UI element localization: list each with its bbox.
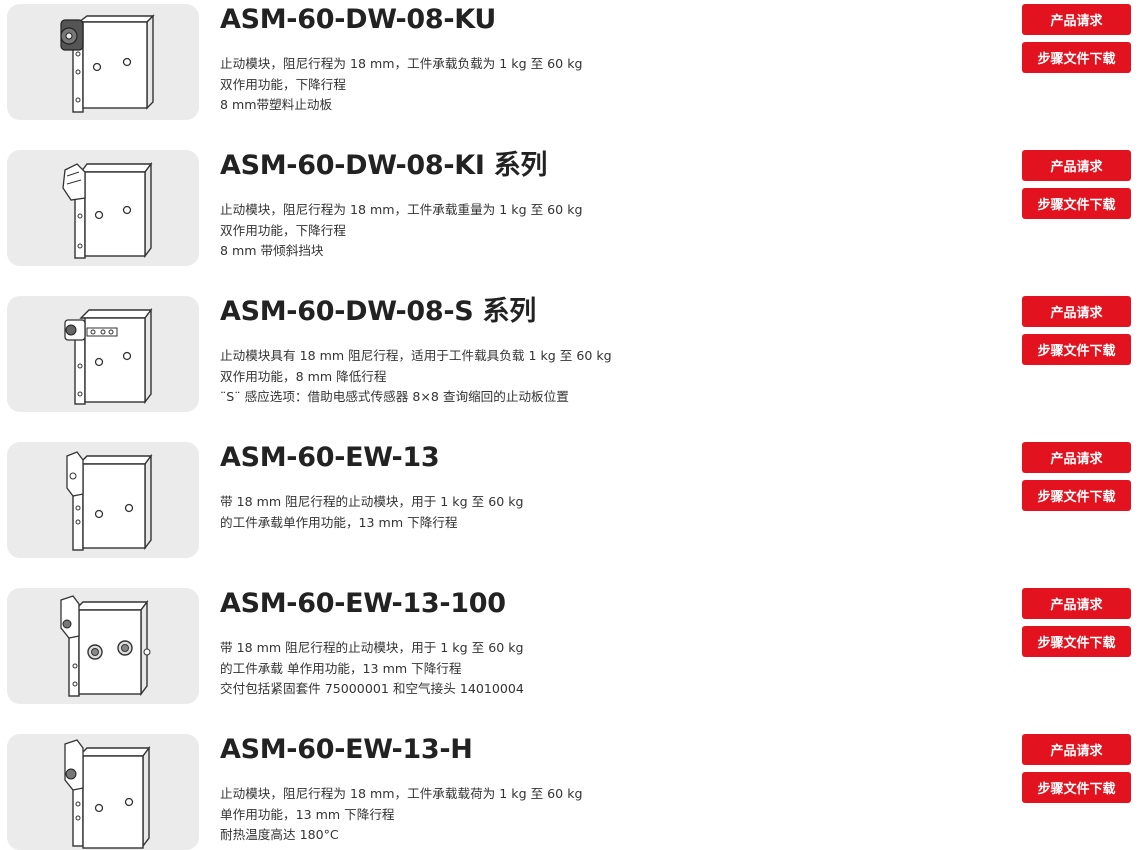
product-row: ASM-60-EW-13-H 止动模块，阻尼行程为 18 mm，工件承载载荷为 …: [0, 730, 1141, 850]
product-row: ASM-60-EW-13-100 带 18 mm 阻尼行程的止动模块，用于 1 …: [0, 584, 1141, 704]
product-title[interactable]: ASM-60-EW-13-100: [220, 586, 506, 622]
description-line: 的工件承载 单作用功能，13 mm 下降行程: [220, 660, 462, 676]
product-description: 止动模块，阻尼行程为 18 mm，工件承载载荷为 1 kg 至 60 kg 单作…: [220, 784, 582, 846]
step-file-download-button[interactable]: 步骤文件下载: [1022, 42, 1131, 73]
step-file-download-button[interactable]: 步骤文件下载: [1022, 626, 1131, 657]
product-row: ASM-60-EW-13 带 18 mm 阻尼行程的止动模块，用于 1 kg 至…: [0, 438, 1141, 558]
stopper-module-icon: [60, 14, 155, 113]
product-request-button[interactable]: 产品请求: [1022, 150, 1131, 181]
description-line: 8 mm带塑料止动板: [220, 97, 333, 113]
step-file-download-button[interactable]: 步骤文件下载: [1022, 480, 1131, 511]
description-line: 耐热温度高达 180°C: [220, 827, 339, 843]
description-line: 止动模块具有 18 mm 阻尼行程，适用于工件载具负载 1 kg 至 60 kg: [220, 348, 612, 363]
product-request-button[interactable]: 产品请求: [1022, 734, 1131, 765]
description-line: 带 18 mm 阻尼行程的止动模块，用于 1 kg 至 60 kg: [220, 494, 524, 509]
product-description: 带 18 mm 阻尼行程的止动模块，用于 1 kg 至 60 kg 的工件承载 …: [220, 638, 524, 700]
description-line: 8 mm 带倾斜挡块: [220, 243, 324, 259]
product-title[interactable]: ASM-60-EW-13: [220, 440, 440, 476]
description-line: 双作用功能，下降行程: [220, 222, 346, 238]
stopper-module-icon: [60, 595, 151, 697]
product-row: ASM-60-DW-08-KI 系列 止动模块，阻尼行程为 18 mm，工件承载…: [0, 146, 1141, 266]
stopper-module-icon: [64, 307, 153, 405]
product-request-button[interactable]: 产品请求: [1022, 588, 1131, 619]
product-title[interactable]: ASM-60-DW-08-KI 系列: [220, 148, 547, 184]
stopper-module-icon: [62, 161, 153, 259]
product-image[interactable]: [7, 150, 199, 266]
description-line: 交付包括紧固套件 75000001 和空气接头 14010004: [220, 681, 524, 697]
step-file-download-button[interactable]: 步骤文件下载: [1022, 334, 1131, 365]
product-image[interactable]: [7, 734, 199, 850]
stopper-module-icon: [66, 451, 153, 551]
product-image[interactable]: [7, 588, 199, 704]
product-title[interactable]: ASM-60-DW-08-KU: [220, 2, 496, 38]
description-line: 止动模块，阻尼行程为 18 mm，工件承载负载为 1 kg 至 60 kg: [220, 56, 583, 71]
description-line: 双作用功能，8 mm 降低行程: [220, 368, 387, 384]
description-line: 的工件承载单作用功能，13 mm 下降行程: [220, 514, 458, 530]
description-line: 单作用功能，13 mm 下降行程: [220, 806, 395, 822]
product-request-button[interactable]: 产品请求: [1022, 4, 1131, 35]
product-image[interactable]: [7, 4, 199, 120]
product-title[interactable]: ASM-60-EW-13-H: [220, 732, 473, 768]
product-description: 止动模块，阻尼行程为 18 mm，工件承载重量为 1 kg 至 60 kg 双作…: [220, 200, 582, 262]
product-description: 止动模块具有 18 mm 阻尼行程，适用于工件载具负载 1 kg 至 60 kg…: [220, 346, 612, 408]
product-description: 止动模块，阻尼行程为 18 mm，工件承载负载为 1 kg 至 60 kg 双作…: [220, 54, 582, 116]
description-line: ¨S¨ 感应选项：借助电感式传感器 8×8 查询缩回的止动板位置: [220, 389, 569, 405]
product-request-button[interactable]: 产品请求: [1022, 442, 1131, 473]
step-file-download-button[interactable]: 步骤文件下载: [1022, 772, 1131, 803]
product-row: ASM-60-DW-08-KU 止动模块，阻尼行程为 18 mm，工件承载负载为…: [0, 0, 1141, 120]
description-line: 双作用功能，下降行程: [220, 76, 346, 92]
description-line: 止动模块，阻尼行程为 18 mm，工件承载载荷为 1 kg 至 60 kg: [220, 786, 583, 801]
product-image[interactable]: [7, 296, 199, 412]
description-line: 带 18 mm 阻尼行程的止动模块，用于 1 kg 至 60 kg: [220, 640, 524, 655]
stopper-module-icon: [64, 739, 151, 849]
product-request-button[interactable]: 产品请求: [1022, 296, 1131, 327]
product-image[interactable]: [7, 442, 199, 558]
step-file-download-button[interactable]: 步骤文件下载: [1022, 188, 1131, 219]
description-line: 止动模块，阻尼行程为 18 mm，工件承载重量为 1 kg 至 60 kg: [220, 202, 583, 217]
product-title[interactable]: ASM-60-DW-08-S 系列: [220, 294, 536, 330]
product-description: 带 18 mm 阻尼行程的止动模块，用于 1 kg 至 60 kg 的工件承载单…: [220, 492, 524, 533]
product-row: ASM-60-DW-08-S 系列 止动模块具有 18 mm 阻尼行程，适用于工…: [0, 292, 1141, 412]
